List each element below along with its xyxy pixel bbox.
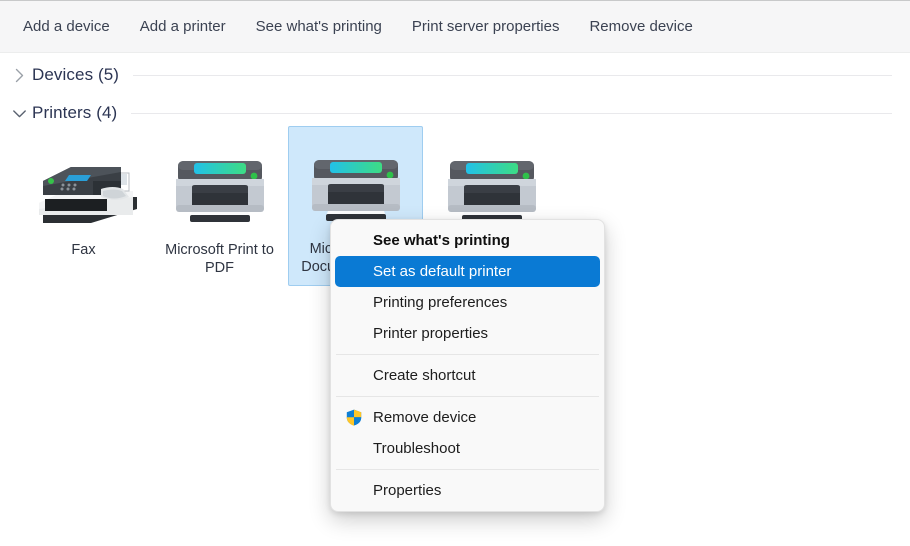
group-header-devices[interactable]: Devices (5) bbox=[0, 62, 910, 88]
device-label: Fax bbox=[71, 242, 96, 258]
group-header-printers[interactable]: Printers (4) bbox=[0, 100, 910, 126]
menu-separator bbox=[336, 354, 599, 355]
menu-item-see-whats-printing[interactable]: See what's printing bbox=[335, 225, 600, 256]
uac-shield-icon bbox=[335, 409, 373, 426]
toolbar-see-whats-printing[interactable]: See what's printing bbox=[245, 12, 393, 41]
menu-item-label: Set as default printer bbox=[373, 263, 512, 280]
menu-item-properties[interactable]: Properties bbox=[335, 475, 600, 506]
menu-item-printer-properties[interactable]: Printer properties bbox=[335, 318, 600, 349]
group-divider-devices bbox=[133, 74, 892, 76]
menu-separator bbox=[336, 469, 599, 470]
command-toolbar: Add a device Add a printer See what's pr… bbox=[0, 1, 910, 53]
menu-item-label: Printing preferences bbox=[373, 294, 508, 311]
menu-item-create-shortcut[interactable]: Create shortcut bbox=[335, 360, 600, 391]
chevron-down-icon[interactable] bbox=[8, 100, 30, 126]
context-menu: See what's printing Set as default print… bbox=[330, 219, 605, 512]
device-tile-microsoft-print-to-pdf[interactable]: Microsoft Print to PDF bbox=[152, 128, 287, 288]
toolbar-add-a-printer[interactable]: Add a printer bbox=[129, 12, 237, 41]
printer-icon bbox=[170, 136, 270, 231]
menu-item-label: Printer properties bbox=[373, 325, 489, 342]
group-divider-printers bbox=[131, 112, 892, 114]
chevron-right-icon[interactable] bbox=[8, 62, 30, 88]
menu-item-troubleshoot[interactable]: Troubleshoot bbox=[335, 433, 600, 464]
printer-icon bbox=[306, 135, 406, 230]
device-tile-fax[interactable]: Fax bbox=[16, 128, 151, 288]
toolbar-add-a-device[interactable]: Add a device bbox=[12, 12, 121, 41]
menu-item-label: Properties bbox=[373, 482, 442, 499]
toolbar-remove-device[interactable]: Remove device bbox=[578, 12, 703, 41]
device-label: Microsoft Print to PDF bbox=[165, 242, 274, 276]
menu-item-remove-device[interactable]: Remove device bbox=[335, 402, 600, 433]
menu-item-label: Troubleshoot bbox=[373, 440, 460, 457]
menu-item-label: See what's printing bbox=[373, 232, 510, 249]
menu-item-printing-preferences[interactable]: Printing preferences bbox=[335, 287, 600, 318]
menu-separator bbox=[336, 396, 599, 397]
fax-icon bbox=[29, 136, 139, 231]
printer-icon bbox=[442, 136, 542, 231]
toolbar-print-server-properties[interactable]: Print server properties bbox=[401, 12, 571, 41]
menu-item-set-as-default-printer[interactable]: Set as default printer bbox=[335, 256, 600, 287]
group-title-printers: Printers (4) bbox=[32, 103, 118, 122]
menu-item-label: Remove device bbox=[373, 409, 477, 426]
menu-item-label: Create shortcut bbox=[373, 367, 476, 384]
group-title-devices: Devices (5) bbox=[32, 65, 120, 84]
